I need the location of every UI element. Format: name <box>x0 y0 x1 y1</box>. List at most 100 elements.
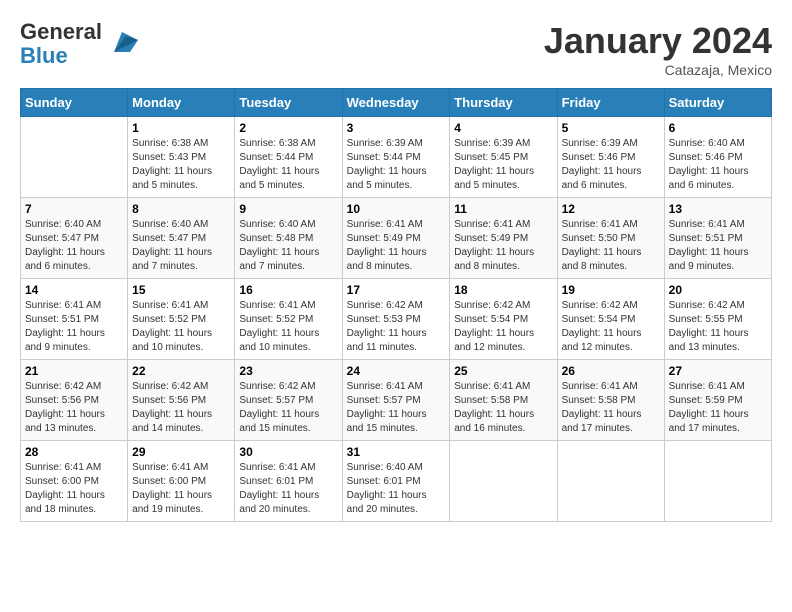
calendar-cell: 1Sunrise: 6:38 AMSunset: 5:43 PMDaylight… <box>128 117 235 198</box>
weekday-header-monday: Monday <box>128 89 235 117</box>
day-number: 9 <box>239 202 337 216</box>
day-number: 22 <box>132 364 230 378</box>
calendar-cell: 2 Sunrise: 6:38 AMSunset: 5:44 PMDaylight… <box>235 117 342 198</box>
day-number: 17 <box>347 283 446 297</box>
calendar-cell <box>557 441 664 522</box>
weekday-header-thursday: Thursday <box>450 89 557 117</box>
calendar-cell: 16Sunrise: 6:41 AMSunset: 5:52 PMDayligh… <box>235 279 342 360</box>
day-info: Sunrise: 6:42 AMSunset: 5:55 PMDaylight:… <box>669 299 767 355</box>
calendar-cell: 7 Sunrise: 6:40 AMSunset: 5:47 PMDaylight… <box>21 198 128 279</box>
calendar-cell <box>21 117 128 198</box>
day-info: Sunrise: 6:38 AMSunset: 5:44 PMDaylight:… <box>239 137 337 193</box>
calendar-cell: 4Sunrise: 6:39 AMSunset: 5:45 PMDaylight… <box>450 117 557 198</box>
day-info: Sunrise: 6:40 AMSunset: 6:01 PMDaylight:… <box>347 461 446 517</box>
day-info: Sunrise: 6:41 AMSunset: 5:49 PMDaylight:… <box>347 218 446 274</box>
calendar-cell: 14 Sunrise: 6:41 AMSunset: 5:51 PMDayligh… <box>21 279 128 360</box>
day-info: Sunrise: 6:41 AMSunset: 5:50 PMDaylight:… <box>562 218 660 274</box>
calendar-cell: 27Sunrise: 6:41 AMSunset: 5:59 PMDayligh… <box>664 360 771 441</box>
weekday-header-sunday: Sunday <box>21 89 128 117</box>
calendar-cell: 9 Sunrise: 6:40 AMSunset: 5:48 PMDaylight… <box>235 198 342 279</box>
title-block: January 2024 Catazaja, Mexico <box>544 20 772 78</box>
day-number: 31 <box>347 445 446 459</box>
day-info: Sunrise: 6:39 AMSunset: 5:45 PMDaylight:… <box>454 137 552 193</box>
calendar-cell: 22 Sunrise: 6:42 AMSunset: 5:56 PMDayligh… <box>128 360 235 441</box>
calendar-cell: 28 Sunrise: 6:41 AMSunset: 6:00 PMDayligh… <box>21 441 128 522</box>
weekday-header-saturday: Saturday <box>664 89 771 117</box>
day-info: Sunrise: 6:39 AMSunset: 5:46 PMDaylight:… <box>562 137 660 193</box>
day-info: Sunrise: 6:41 AMSunset: 6:00 PMDaylight:… <box>132 461 230 517</box>
logo: General Blue <box>20 20 138 68</box>
day-number: 16 <box>239 283 337 297</box>
calendar-week-row: 14 Sunrise: 6:41 AMSunset: 5:51 PMDayligh… <box>21 279 772 360</box>
day-number: 10 <box>347 202 446 216</box>
calendar-cell: 21 Sunrise: 6:42 AMSunset: 5:56 PMDayligh… <box>21 360 128 441</box>
day-number: 13 <box>669 202 767 216</box>
weekday-header-row: SundayMondayTuesdayWednesdayThursdayFrid… <box>21 89 772 117</box>
calendar-cell: 26 Sunrise: 6:41 AMSunset: 5:58 PMDayligh… <box>557 360 664 441</box>
calendar-cell: 24 Sunrise: 6:41 AMSunset: 5:57 PMDayligh… <box>342 360 450 441</box>
day-number: 21 <box>25 364 123 378</box>
day-info: Sunrise: 6:41 AMSunset: 5:58 PMDaylight:… <box>562 380 660 436</box>
calendar-cell: 31 Sunrise: 6:40 AMSunset: 6:01 PMDayligh… <box>342 441 450 522</box>
calendar-cell: 6 Sunrise: 6:40 AMSunset: 5:46 PMDaylight… <box>664 117 771 198</box>
calendar-week-row: 7 Sunrise: 6:40 AMSunset: 5:47 PMDaylight… <box>21 198 772 279</box>
calendar-cell: 12 Sunrise: 6:41 AMSunset: 5:50 PMDayligh… <box>557 198 664 279</box>
day-info: Sunrise: 6:42 AMSunset: 5:54 PMDaylight:… <box>562 299 660 355</box>
calendar-week-row: 28 Sunrise: 6:41 AMSunset: 6:00 PMDayligh… <box>21 441 772 522</box>
day-info: Sunrise: 6:40 AMSunset: 5:47 PMDaylight:… <box>132 218 230 274</box>
day-number: 30 <box>239 445 337 459</box>
day-info: Sunrise: 6:40 AMSunset: 5:46 PMDaylight:… <box>669 137 767 193</box>
day-number: 7 <box>25 202 123 216</box>
calendar-cell: 20Sunrise: 6:42 AMSunset: 5:55 PMDayligh… <box>664 279 771 360</box>
calendar-cell: 5 Sunrise: 6:39 AMSunset: 5:46 PMDaylight… <box>557 117 664 198</box>
calendar-cell: 25 Sunrise: 6:41 AMSunset: 5:58 PMDayligh… <box>450 360 557 441</box>
day-info: Sunrise: 6:39 AMSunset: 5:44 PMDaylight:… <box>347 137 446 193</box>
day-info: Sunrise: 6:41 AMSunset: 5:52 PMDaylight:… <box>132 299 230 355</box>
day-info: Sunrise: 6:40 AMSunset: 5:47 PMDaylight:… <box>25 218 123 274</box>
day-number: 5 <box>562 121 660 135</box>
day-info: Sunrise: 6:38 AMSunset: 5:43 PMDaylight:… <box>132 137 230 193</box>
day-info: Sunrise: 6:41 AMSunset: 6:00 PMDaylight:… <box>25 461 123 517</box>
day-info: Sunrise: 6:42 AMSunset: 5:57 PMDaylight:… <box>239 380 337 436</box>
day-number: 14 <box>25 283 123 297</box>
calendar-cell: 11Sunrise: 6:41 AMSunset: 5:49 PMDayligh… <box>450 198 557 279</box>
day-number: 24 <box>347 364 446 378</box>
day-info: Sunrise: 6:41 AMSunset: 6:01 PMDaylight:… <box>239 461 337 517</box>
day-info: Sunrise: 6:42 AMSunset: 5:56 PMDaylight:… <box>25 380 123 436</box>
day-info: Sunrise: 6:42 AMSunset: 5:53 PMDaylight:… <box>347 299 446 355</box>
weekday-header-friday: Friday <box>557 89 664 117</box>
day-info: Sunrise: 6:40 AMSunset: 5:48 PMDaylight:… <box>239 218 337 274</box>
calendar-week-row: 21 Sunrise: 6:42 AMSunset: 5:56 PMDayligh… <box>21 360 772 441</box>
day-number: 11 <box>454 202 552 216</box>
day-info: Sunrise: 6:41 AMSunset: 5:51 PMDaylight:… <box>25 299 123 355</box>
logo-blue: Blue <box>20 43 68 68</box>
calendar-cell: 18Sunrise: 6:42 AMSunset: 5:54 PMDayligh… <box>450 279 557 360</box>
day-number: 6 <box>669 121 767 135</box>
day-number: 12 <box>562 202 660 216</box>
calendar-cell: 15Sunrise: 6:41 AMSunset: 5:52 PMDayligh… <box>128 279 235 360</box>
day-number: 2 <box>239 121 337 135</box>
day-number: 27 <box>669 364 767 378</box>
calendar-cell: 13 Sunrise: 6:41 AMSunset: 5:51 PMDayligh… <box>664 198 771 279</box>
calendar-week-row: 1Sunrise: 6:38 AMSunset: 5:43 PMDaylight… <box>21 117 772 198</box>
day-number: 28 <box>25 445 123 459</box>
day-info: Sunrise: 6:41 AMSunset: 5:51 PMDaylight:… <box>669 218 767 274</box>
calendar-table: SundayMondayTuesdayWednesdayThursdayFrid… <box>20 88 772 522</box>
day-info: Sunrise: 6:41 AMSunset: 5:58 PMDaylight:… <box>454 380 552 436</box>
day-number: 29 <box>132 445 230 459</box>
day-number: 19 <box>562 283 660 297</box>
day-info: Sunrise: 6:41 AMSunset: 5:57 PMDaylight:… <box>347 380 446 436</box>
day-number: 18 <box>454 283 552 297</box>
day-number: 23 <box>239 364 337 378</box>
calendar-cell: 8Sunrise: 6:40 AMSunset: 5:47 PMDaylight… <box>128 198 235 279</box>
day-number: 3 <box>347 121 446 135</box>
calendar-cell <box>664 441 771 522</box>
calendar-cell <box>450 441 557 522</box>
day-number: 26 <box>562 364 660 378</box>
location: Catazaja, Mexico <box>544 62 772 78</box>
calendar-cell: 3 Sunrise: 6:39 AMSunset: 5:44 PMDaylight… <box>342 117 450 198</box>
day-number: 25 <box>454 364 552 378</box>
day-info: Sunrise: 6:42 AMSunset: 5:56 PMDaylight:… <box>132 380 230 436</box>
calendar-cell: 29 Sunrise: 6:41 AMSunset: 6:00 PMDayligh… <box>128 441 235 522</box>
calendar-cell: 17 Sunrise: 6:42 AMSunset: 5:53 PMDayligh… <box>342 279 450 360</box>
